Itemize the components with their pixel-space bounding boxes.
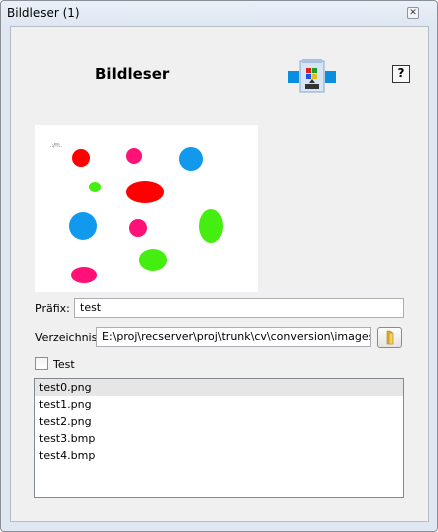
list-item[interactable]: test4.bmp bbox=[35, 447, 403, 464]
preview-shape bbox=[71, 267, 97, 283]
directory-label: Verzeichnis: bbox=[35, 331, 102, 344]
preview-shape bbox=[126, 148, 142, 164]
preview-shape bbox=[129, 219, 147, 237]
preview-shape bbox=[69, 212, 97, 240]
directory-input[interactable]: E:\proj\recserver\proj\trunk\cv\conversi… bbox=[96, 327, 371, 347]
prefix-label: Präfix: bbox=[35, 302, 70, 315]
folder-icon bbox=[386, 330, 394, 345]
preview-shape bbox=[89, 182, 101, 192]
preview-shape bbox=[72, 149, 90, 167]
list-item[interactable]: test0.png bbox=[35, 379, 403, 396]
image-preview: .:/!!:. bbox=[35, 125, 258, 292]
list-item[interactable]: test1.png bbox=[35, 396, 403, 413]
list-item[interactable]: test3.bmp bbox=[35, 430, 403, 447]
close-button[interactable]: ✕ bbox=[407, 7, 419, 19]
browse-folder-button[interactable] bbox=[377, 327, 402, 348]
window-title: Bildleser (1) bbox=[7, 6, 80, 20]
preview-shape bbox=[139, 249, 167, 271]
file-list[interactable]: test0.png test1.png test2.png test3.bmp … bbox=[34, 378, 404, 498]
title-bar[interactable]: Bildleser (1) ✕ bbox=[1, 1, 437, 26]
test-checkbox[interactable] bbox=[35, 357, 48, 370]
preview-shapes bbox=[69, 147, 223, 283]
prefix-input[interactable]: test bbox=[74, 298, 404, 318]
image-reader-node-icon bbox=[288, 59, 336, 93]
preview-shape bbox=[179, 147, 203, 171]
close-icon: ✕ bbox=[409, 8, 417, 18]
preview-shape bbox=[199, 209, 223, 243]
list-item[interactable]: test2.png bbox=[35, 413, 403, 430]
help-button[interactable]: ? bbox=[392, 65, 410, 83]
preview-shape bbox=[126, 181, 164, 203]
page-title: Bildleser bbox=[95, 65, 170, 83]
help-icon: ? bbox=[397, 66, 405, 80]
test-checkbox-label: Test bbox=[53, 358, 75, 371]
